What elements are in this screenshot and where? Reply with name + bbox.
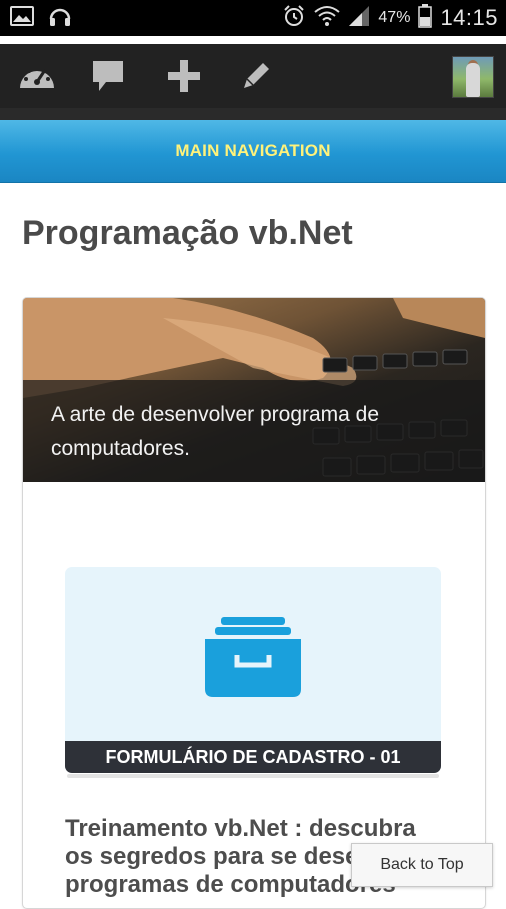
main-navigation-toggle[interactable]: MAIN NAVIGATION: [0, 120, 506, 183]
back-to-top-button[interactable]: Back to Top: [351, 843, 493, 887]
wifi-icon: [314, 5, 341, 32]
avatar[interactable]: [452, 56, 494, 98]
edit-icon[interactable]: [236, 58, 276, 94]
headset-icon: [48, 5, 72, 32]
main-navigation-label: MAIN NAVIGATION: [175, 141, 331, 160]
clock: 14:15: [440, 5, 498, 30]
admin-bar: [0, 44, 506, 108]
hero-caption: A arte de desenvolver programa de comput…: [51, 403, 380, 460]
file-cabinet-icon: [203, 615, 303, 699]
avatar-figure: [466, 63, 480, 97]
page-title: Programação vb.Net: [22, 214, 353, 252]
status-bar: 47% 14:15: [0, 0, 506, 36]
battery-icon: [418, 3, 433, 33]
top-gap: [0, 36, 506, 44]
alarm-icon: [282, 4, 306, 33]
signal-icon: [348, 5, 370, 32]
post-thumbnail[interactable]: FORMULÁRIO DE CADASTRO - 01: [65, 567, 441, 773]
add-new-icon[interactable]: [164, 58, 204, 94]
category-card: A arte de desenvolver programa de comput…: [22, 297, 486, 909]
dashboard-icon[interactable]: [17, 58, 57, 94]
image-icon: [10, 5, 34, 31]
thumbnail-divider: [67, 774, 439, 778]
battery-percent: 47%: [378, 9, 411, 26]
hero-banner: A arte de desenvolver programa de comput…: [23, 298, 485, 482]
thumbnail-label: FORMULÁRIO DE CADASTRO - 01: [65, 741, 441, 773]
admin-bar-divider: [0, 108, 506, 120]
comments-icon[interactable]: [88, 58, 128, 94]
